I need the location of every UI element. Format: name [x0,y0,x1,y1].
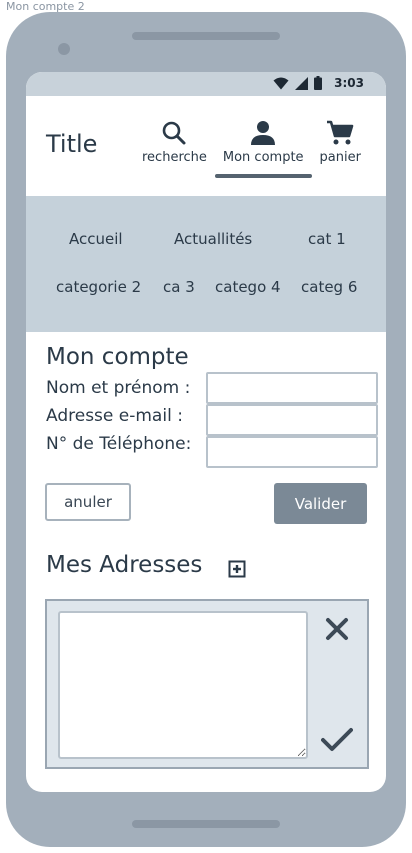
address-panel [45,599,369,769]
check-icon [321,728,353,751]
nav-label: Mon compte [222,150,304,165]
phone-camera [58,43,70,55]
battery-icon [314,76,323,90]
wifi-icon [273,77,289,89]
status-time: 3:03 [334,76,364,90]
app-title: Title [46,130,98,158]
close-icon [326,618,348,640]
category-actualites[interactable]: Actuallités [174,230,252,248]
add-box-icon [228,560,246,578]
submit-button[interactable]: Valider [274,483,367,524]
category-catego-4[interactable]: catego 4 [215,278,281,296]
addresses-title: Mes Adresses [46,552,203,578]
nav-label: recherche [142,150,207,165]
email-field[interactable] [206,404,378,436]
category-ca-3[interactable]: ca 3 [163,278,195,296]
status-icons: 3:03 [273,76,364,90]
add-address-button[interactable] [228,560,246,581]
address-textarea[interactable] [58,611,308,759]
status-bar: 3:03 [26,72,386,96]
app-header: Title recherche Mon compte panier [26,96,386,196]
account-form-title: Mon compte [46,344,189,370]
nav-item-mon-compte[interactable]: Mon compte [214,116,312,178]
category-categorie-2[interactable]: categorie 2 [56,278,141,296]
name-label: Nom et prénom : [46,378,191,398]
cancel-button[interactable]: anuler [45,483,131,521]
phone-screen: 3:03 Title recherche Mon compte panier A… [26,72,386,792]
category-accueil[interactable]: Accueil [69,230,123,248]
confirm-address-button[interactable] [321,727,353,756]
phone-speaker [132,32,280,40]
cell-signal-icon [295,76,309,90]
name-field[interactable] [206,372,378,404]
search-icon [163,121,186,145]
nav-item-recherche[interactable]: recherche [134,116,215,176]
category-cat-1[interactable]: cat 1 [308,230,346,248]
cart-icon [327,120,354,145]
user-icon [251,121,276,145]
nav-label: panier [319,150,361,165]
delete-address-button[interactable] [325,617,349,644]
category-categ-6[interactable]: categ 6 [301,278,357,296]
phone-field[interactable] [206,436,378,468]
active-tab-indicator [214,174,312,178]
phone-home-bar [132,820,280,828]
phone-label: N° de Téléphone: [46,434,192,454]
email-label: Adresse e-mail : [46,406,183,426]
category-menu: Accueil Actuallités cat 1 categorie 2 ca… [26,196,386,332]
nav-item-panier[interactable]: panier [312,116,369,176]
top-nav: recherche Mon compte panier [134,116,369,178]
